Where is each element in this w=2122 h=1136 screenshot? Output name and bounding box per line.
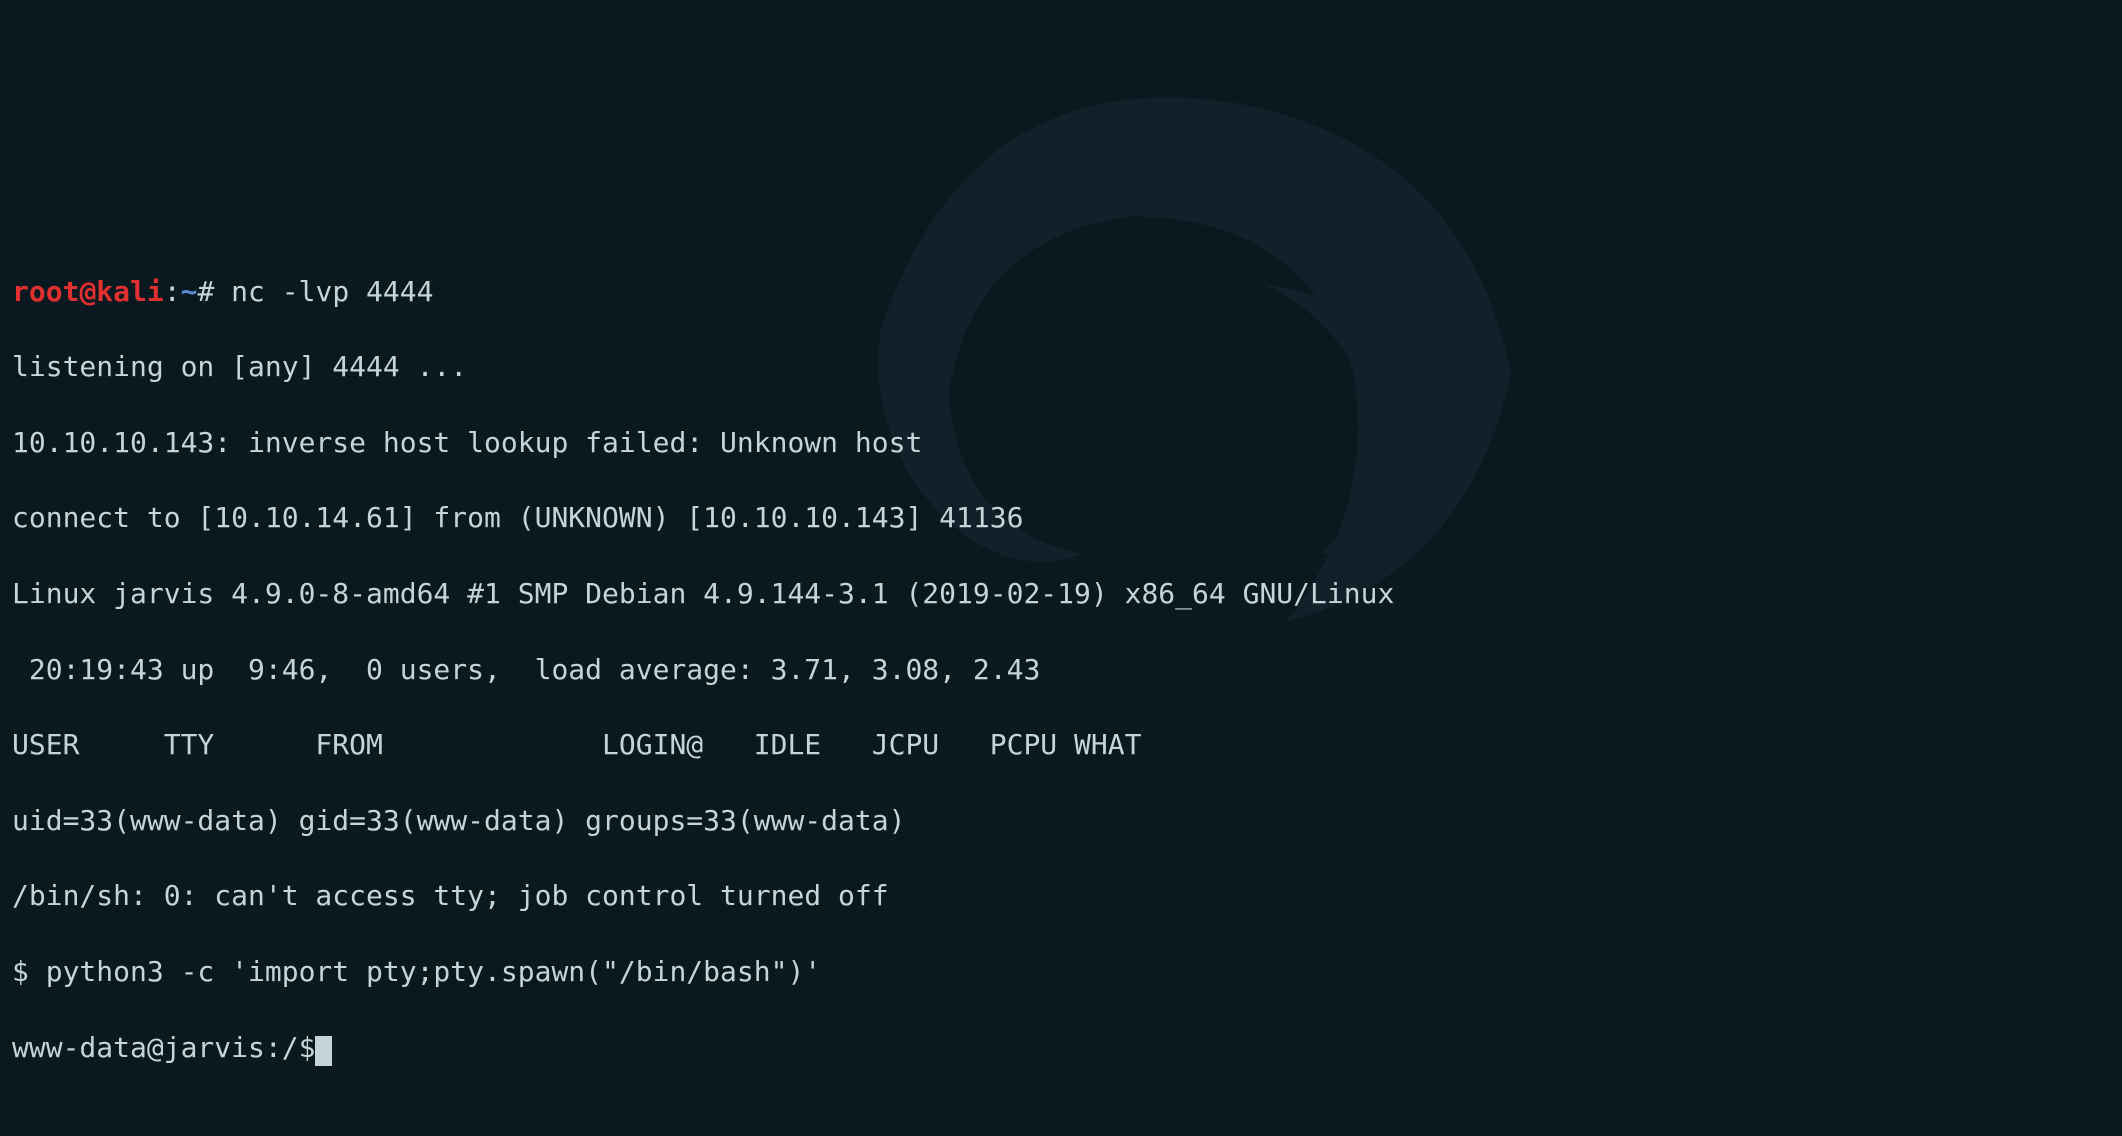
- shell-command-pty: $ python3 -c 'import pty;pty.spawn("/bin…: [12, 953, 2110, 991]
- cursor: [315, 1036, 332, 1066]
- output-listening: listening on [any] 4444 ...: [12, 348, 2110, 386]
- command-1: nc -lvp 4444: [214, 275, 433, 308]
- terminal-output[interactable]: root@kali:~# nc -lvp 4444 listening on […: [12, 235, 2110, 1104]
- output-inverse-lookup: 10.10.10.143: inverse host lookup failed…: [12, 424, 2110, 462]
- output-connect: connect to [10.10.14.61] from (UNKNOWN) …: [12, 499, 2110, 537]
- prompt-hash: #: [197, 275, 214, 308]
- prompt-colon: :: [164, 275, 181, 308]
- output-uname: Linux jarvis 4.9.0-8-amd64 #1 SMP Debian…: [12, 575, 2110, 613]
- output-tty-error: /bin/sh: 0: can't access tty; job contro…: [12, 877, 2110, 915]
- www-data-prompt: www-data@jarvis:/$: [12, 1031, 315, 1064]
- prompt-line-1: root@kali:~# nc -lvp 4444: [12, 273, 2110, 311]
- prompt-line-2: www-data@jarvis:/$: [12, 1029, 2110, 1067]
- output-id: uid=33(www-data) gid=33(www-data) groups…: [12, 802, 2110, 840]
- prompt-host: kali: [96, 275, 163, 308]
- output-who-header: USER TTY FROM LOGIN@ IDLE JCPU PCPU WHAT: [12, 726, 2110, 764]
- prompt-path: ~: [181, 275, 198, 308]
- output-uptime: 20:19:43 up 9:46, 0 users, load average:…: [12, 651, 2110, 689]
- prompt-user: root: [12, 275, 79, 308]
- prompt-at: @: [79, 275, 96, 308]
